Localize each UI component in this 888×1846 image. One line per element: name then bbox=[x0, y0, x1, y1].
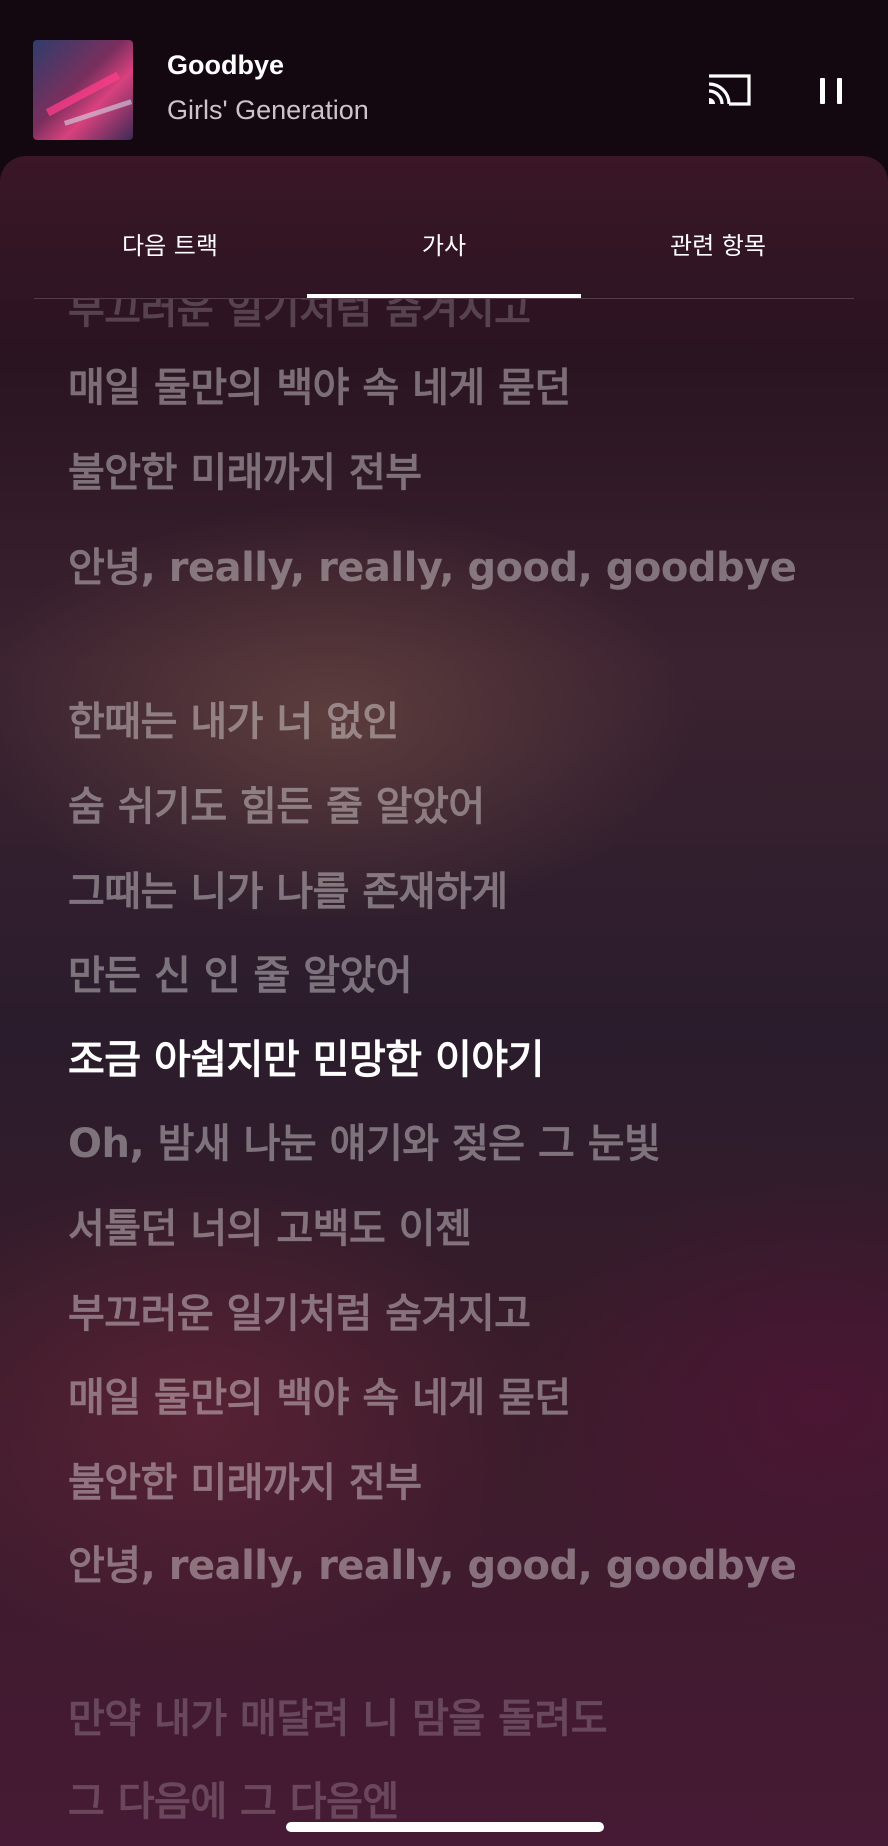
lyric-line[interactable]: 만약 내가 매달려 니 맘을 돌려도 bbox=[68, 1688, 828, 1750]
cast-icon bbox=[708, 74, 751, 106]
lyric-line[interactable]: 안녕, really, really, good, goodbye bbox=[68, 1535, 828, 1597]
pause-button[interactable] bbox=[812, 72, 850, 110]
lyric-line[interactable]: 매일 둘만의 백야 속 네게 묻던 bbox=[68, 357, 828, 419]
album-art-streak-secondary bbox=[63, 99, 133, 126]
lyric-line[interactable]: 불안한 미래까지 전부 bbox=[68, 442, 828, 504]
cast-button[interactable] bbox=[705, 70, 753, 110]
home-indicator[interactable] bbox=[286, 1822, 604, 1832]
album-art[interactable] bbox=[33, 40, 133, 140]
lyric-line[interactable]: 부끄러운 일기처럼 숨겨지고 bbox=[68, 299, 828, 341]
mini-player[interactable]: Goodbye Girls' Generation bbox=[0, 0, 888, 156]
lyric-line[interactable]: 한때는 내가 너 없인 bbox=[68, 691, 828, 753]
pause-icon-bar-left bbox=[820, 78, 825, 104]
lyric-line-current[interactable]: 조금 아쉽지만 민망한 이야기 bbox=[68, 1029, 828, 1091]
lyric-line[interactable]: 그때는 니가 나를 존재하게 bbox=[68, 861, 828, 923]
lyrics-screen: Goodbye Girls' Generation 다음 트랙 가사 관련 항목… bbox=[0, 0, 888, 1846]
lyric-line[interactable]: 매일 둘만의 백야 속 네게 묻던 bbox=[68, 1367, 828, 1429]
tab-related[interactable]: 관련 항목 bbox=[581, 226, 855, 261]
lyric-line[interactable]: 만든 신 인 줄 알았어 bbox=[68, 945, 828, 1007]
track-artist: Girls' Generation bbox=[167, 95, 369, 125]
tab-up-next[interactable]: 다음 트랙 bbox=[33, 226, 307, 261]
lyric-line[interactable]: 숨 쉬기도 힘든 줄 알았어 bbox=[68, 776, 828, 838]
lyric-line[interactable]: 부끄러운 일기처럼 숨겨지고 bbox=[68, 1283, 828, 1345]
lyric-line[interactable]: 서툴던 너의 고백도 이젠 bbox=[68, 1198, 828, 1260]
lyric-line[interactable]: Oh, 밤새 나눈 얘기와 젖은 그 눈빛 bbox=[68, 1113, 828, 1175]
tab-lyrics[interactable]: 가사 bbox=[307, 226, 581, 261]
lyrics-sheet: 다음 트랙 가사 관련 항목 부끄러운 일기처럼 숨겨지고 매일 둘만의 백야 … bbox=[0, 156, 888, 1846]
lyric-line[interactable]: 불안한 미래까지 전부 bbox=[68, 1452, 828, 1514]
lyrics-list[interactable]: 부끄러운 일기처럼 숨겨지고 매일 둘만의 백야 속 네게 묻던 불안한 미래까… bbox=[0, 299, 888, 1846]
track-title: Goodbye bbox=[167, 50, 285, 80]
pause-icon-bar-right bbox=[837, 78, 842, 104]
tab-bar: 다음 트랙 가사 관련 항목 bbox=[0, 156, 888, 299]
lyric-line[interactable]: 안녕, really, really, good, goodbye bbox=[68, 537, 828, 599]
